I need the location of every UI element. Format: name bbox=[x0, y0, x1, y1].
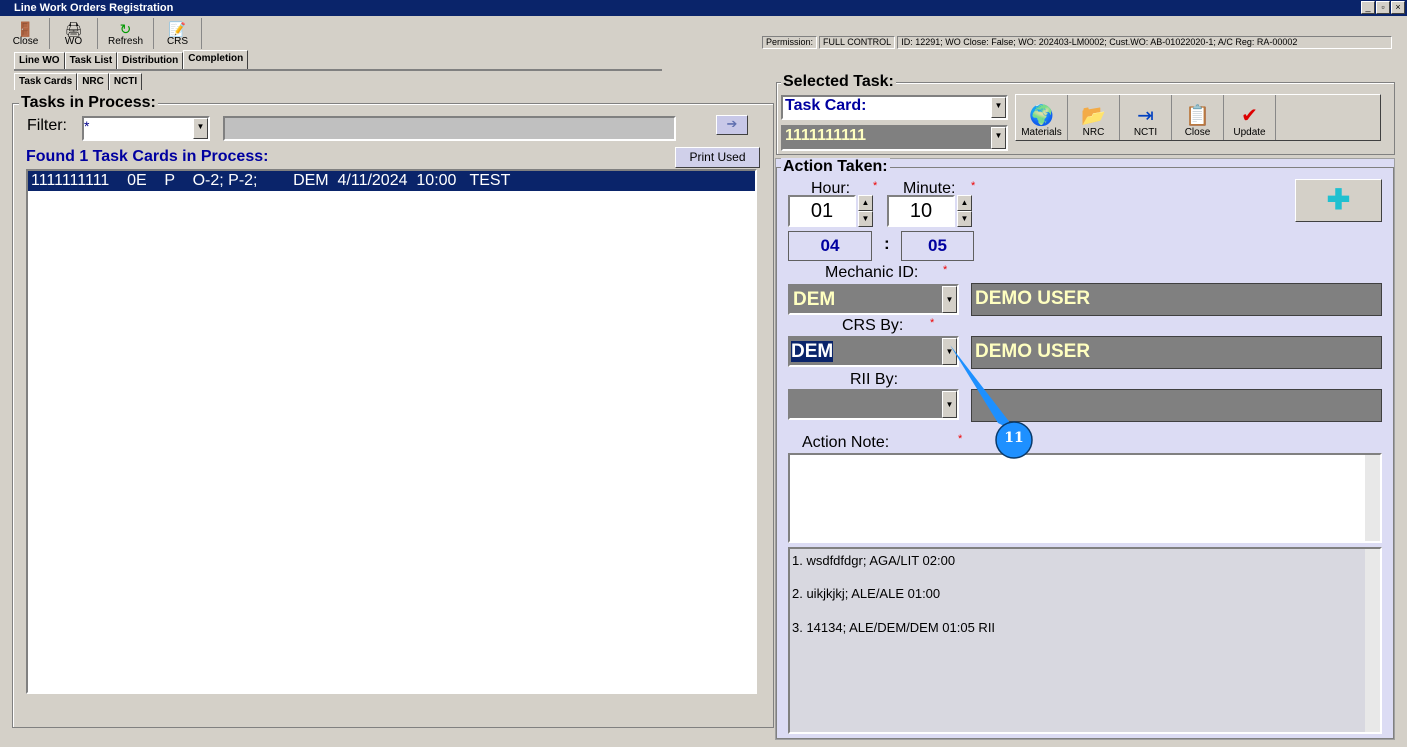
crs-combo[interactable]: DEM ▼ bbox=[788, 336, 959, 367]
mechanic-combo[interactable]: DEM ▼ bbox=[788, 284, 959, 315]
toolbar-wo-button[interactable]: 🖨 WO bbox=[50, 18, 98, 49]
rii-combo[interactable]: ▼ bbox=[788, 389, 959, 420]
selected-task-title: Selected Task: bbox=[781, 73, 896, 91]
minute-spinner[interactable]: ▲ ▼ bbox=[957, 195, 972, 227]
toolbar: 🚪 Close 🖨 WO ↻ Refresh 📝 CRS bbox=[2, 18, 202, 50]
import-table-icon: ⇥ bbox=[1137, 105, 1154, 127]
arrow-right-icon: ➔ bbox=[726, 116, 738, 131]
folder-doc-icon: 📂 bbox=[1081, 105, 1106, 127]
tab-task-list[interactable]: Task List bbox=[64, 52, 118, 69]
chevron-down-icon[interactable]: ▼ bbox=[942, 286, 957, 313]
printer-icon: 🖨 bbox=[64, 21, 83, 37]
callout-pointer bbox=[950, 345, 1033, 459]
scrollbar[interactable] bbox=[1365, 455, 1380, 541]
action-note-label: Action Note: bbox=[802, 434, 890, 451]
tab-line-wo[interactable]: Line WO bbox=[14, 52, 65, 69]
globe-hand-icon: 🌍 bbox=[1029, 105, 1054, 127]
callout-number: 11 bbox=[1004, 430, 1024, 446]
toolbar-refresh-button[interactable]: ↻ Refresh bbox=[98, 18, 154, 49]
window-controls: _ ▫ × bbox=[1361, 1, 1405, 14]
go-button[interactable]: ➔ bbox=[716, 115, 748, 135]
list-item[interactable]: 1111111111 0E P O-2; P-2; DEM 4/11/2024 … bbox=[28, 171, 755, 191]
tab-task-cards[interactable]: Task Cards bbox=[14, 73, 78, 90]
filter-description bbox=[223, 116, 676, 141]
mechanic-name: DEMO USER bbox=[971, 283, 1382, 316]
history-item: 1. wsdfdfdgr; AGA/LIT 02:00 bbox=[792, 553, 956, 568]
hour-input[interactable]: 01 bbox=[788, 195, 856, 227]
close-window-button[interactable]: × bbox=[1391, 1, 1405, 14]
history-item: 2. uikjkjkj; ALE/ALE 01:00 bbox=[792, 586, 941, 601]
print-used-button[interactable]: Print Used bbox=[675, 147, 760, 168]
chevron-down-icon[interactable]: ▼ bbox=[991, 97, 1006, 118]
tab-ncti[interactable]: NCTI bbox=[108, 73, 143, 90]
title-bar: Line Work Orders Registration bbox=[0, 0, 1407, 16]
total-minutes: 05 bbox=[901, 231, 974, 261]
action-taken-title: Action Taken: bbox=[781, 158, 890, 176]
spin-down-icon[interactable]: ▼ bbox=[957, 211, 972, 227]
update-button[interactable]: ✔ Update bbox=[1224, 95, 1276, 140]
nrc-button[interactable]: 📂 NRC bbox=[1068, 95, 1120, 140]
task-card-combo[interactable]: 1111111111 ▼ bbox=[781, 125, 1008, 151]
ncti-button[interactable]: ⇥ NCTI bbox=[1120, 95, 1172, 140]
sub-tabs: Task Cards NRC NCTI bbox=[14, 73, 143, 90]
rii-label: RII By: bbox=[850, 371, 899, 388]
toolbar-crs-button[interactable]: 📝 CRS bbox=[154, 18, 202, 49]
callout-tail bbox=[950, 345, 1018, 433]
mechanic-label: Mechanic ID: bbox=[825, 264, 919, 281]
tasks-title: Tasks in Process: bbox=[19, 94, 158, 112]
door-exit-icon: 🚪 bbox=[16, 21, 35, 37]
refresh-icon: ↻ bbox=[119, 21, 132, 37]
task-type-combo[interactable]: Task Card: ▼ bbox=[781, 95, 1008, 120]
found-count: Found 1 Task Cards in Process: bbox=[26, 148, 269, 165]
maximize-button[interactable]: ▫ bbox=[1376, 1, 1390, 14]
filter-label: Filter: bbox=[27, 117, 67, 134]
hour-spinner[interactable]: ▲ ▼ bbox=[858, 195, 873, 227]
tab-completion[interactable]: Completion bbox=[183, 50, 249, 69]
tab-nrc[interactable]: NRC bbox=[77, 73, 109, 90]
close-doc-icon: 📋 bbox=[1185, 105, 1210, 127]
add-button[interactable]: ✚ bbox=[1295, 179, 1382, 222]
plus-icon: ✚ bbox=[1326, 184, 1351, 215]
action-note-input[interactable] bbox=[788, 453, 1382, 543]
scrollbar[interactable] bbox=[1365, 549, 1380, 732]
tab-distribution[interactable]: Distribution bbox=[117, 52, 184, 69]
spin-down-icon[interactable]: ▼ bbox=[858, 211, 873, 227]
history-item: 3. 14134; ALE/DEM/DEM 01:05 RII bbox=[792, 620, 996, 635]
minimize-button[interactable]: _ bbox=[1361, 1, 1375, 14]
clipboard-check-icon: ✔ bbox=[1241, 105, 1258, 127]
task-actions-toolbar: 🌍 Materials 📂 NRC ⇥ NCTI 📋 Close ✔ Update bbox=[1015, 94, 1381, 141]
document-edit-icon: 📝 bbox=[168, 21, 187, 37]
total-hours: 04 bbox=[788, 231, 872, 261]
spin-up-icon[interactable]: ▲ bbox=[858, 195, 873, 211]
materials-button[interactable]: 🌍 Materials bbox=[1016, 95, 1068, 140]
close-task-button[interactable]: 📋 Close bbox=[1172, 95, 1224, 140]
crs-label: CRS By: bbox=[842, 317, 904, 334]
status-bar: Permission: FULL CONTROL ID: 12291; WO Clo… bbox=[762, 36, 1394, 49]
action-history: 1. wsdfdfdgr; AGA/LIT 02:00 2. uikjkjkj;… bbox=[788, 547, 1382, 734]
spin-up-icon[interactable]: ▲ bbox=[957, 195, 972, 211]
chevron-down-icon[interactable]: ▼ bbox=[991, 127, 1006, 149]
filter-combo[interactable]: * ▼ bbox=[82, 116, 210, 141]
minute-input[interactable]: 10 bbox=[887, 195, 955, 227]
toolbar-close-button[interactable]: 🚪 Close bbox=[2, 18, 50, 49]
chevron-down-icon[interactable]: ▼ bbox=[193, 118, 208, 139]
task-list[interactable]: 1111111111 0E P O-2; P-2; DEM 4/11/2024 … bbox=[26, 169, 757, 694]
